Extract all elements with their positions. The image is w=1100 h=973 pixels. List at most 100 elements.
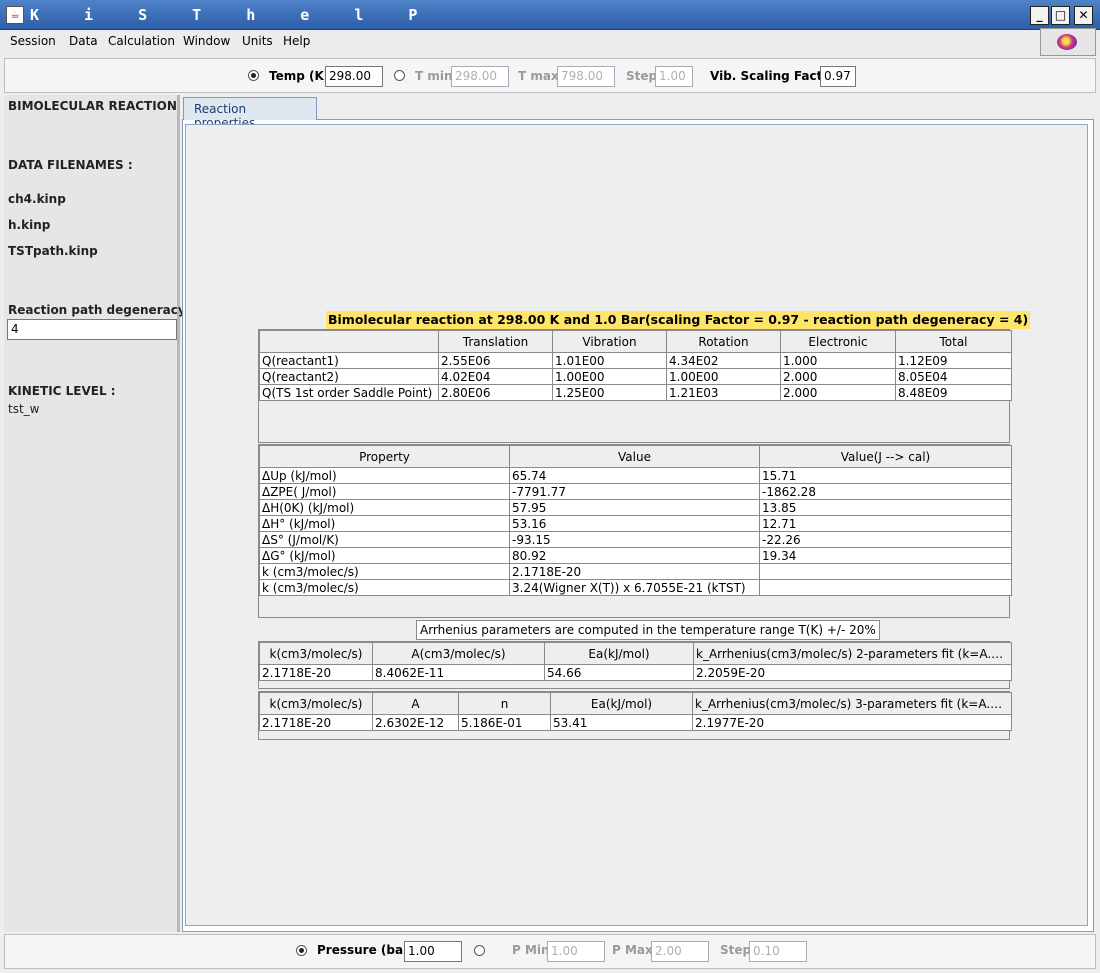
- table-cell: 5.186E-01: [458, 714, 551, 731]
- pressure-radio[interactable]: [296, 945, 307, 956]
- arrhenius2-header: k(cm3/molec/s): [259, 642, 373, 665]
- table-cell: -1862.28: [759, 483, 1012, 500]
- table-cell: 1.000: [780, 352, 896, 369]
- table-cell: 57.95: [509, 499, 760, 516]
- tmax-label: T max: [518, 69, 559, 83]
- table-cell: -22.26: [759, 531, 1012, 548]
- menu-help[interactable]: Help: [283, 34, 310, 48]
- temp-input[interactable]: 298.00: [325, 66, 383, 87]
- table-cell: 53.41: [550, 714, 693, 731]
- table-cell: [759, 579, 1012, 596]
- arrhenius3-header: k_Arrhenius(cm3/molec/s) 3-parameters fi…: [692, 692, 1012, 715]
- table-cell: 2.55E06: [438, 352, 553, 369]
- pressure-label: Pressure (bar): [317, 943, 415, 957]
- table-cell: ΔUp (kJ/mol): [259, 467, 510, 484]
- tstep-label: Step: [626, 69, 658, 83]
- arrhenius3-table: k(cm3/molec/s) A n Ea(kJ/mol) k_Arrheniu…: [259, 692, 1012, 731]
- properties-header: Value: [509, 445, 760, 468]
- arrhenius2-table: k(cm3/molec/s) A(cm3/molec/s) Ea(kJ/mol)…: [259, 642, 1012, 681]
- degeneracy-label: Reaction path degeneracy :: [8, 303, 195, 317]
- table-cell: ΔG° (kJ/mol): [259, 547, 510, 564]
- table-cell: 54.66: [544, 664, 694, 681]
- temp-radio[interactable]: [248, 70, 259, 81]
- table-row: ΔG° (kJ/mol) 80.92 19.34: [259, 547, 1012, 564]
- table-cell: 2.000: [780, 368, 896, 385]
- table-cell: 1.00E00: [666, 368, 781, 385]
- arrhenius2-header: Ea(kJ/mol): [544, 642, 694, 665]
- tstep-input[interactable]: 1.00: [655, 66, 693, 87]
- table-row: k (cm3/molec/s) 3.24(Wigner X(T)) x 6.705…: [259, 579, 1012, 596]
- pressure-input[interactable]: 1.00: [404, 941, 462, 962]
- partition-header: Electronic: [780, 330, 896, 353]
- tab-reaction-properties[interactable]: Reaction properties: [183, 97, 317, 130]
- table-cell: 2.2059E-20: [693, 664, 1012, 681]
- table-cell: 4.34E02: [666, 352, 781, 369]
- table-cell: Q(reactant2): [259, 368, 439, 385]
- arrhenius3-header: n: [458, 692, 551, 715]
- partition-table-box: Translation Vibration Rotation Electroni…: [258, 329, 1012, 443]
- close-button[interactable]: ✕: [1074, 6, 1093, 25]
- table-cell: ΔZPE( J/mol): [259, 483, 510, 500]
- table-cell: -93.15: [509, 531, 760, 548]
- menu-units[interactable]: Units: [242, 34, 273, 48]
- table-row: ΔH° (kJ/mol) 53.16 12.71: [259, 515, 1012, 532]
- degeneracy-input[interactable]: 4: [7, 319, 177, 340]
- menu-session[interactable]: Session: [10, 34, 56, 48]
- table-cell: 80.92: [509, 547, 760, 564]
- temp-label: Temp (K): [269, 69, 330, 83]
- table-row: k (cm3/molec/s) 2.1718E-20: [259, 563, 1012, 580]
- tmin-input[interactable]: 298.00: [451, 66, 509, 87]
- table-row: Q(reactant1) 2.55E06 1.01E00 4.34E02 1.0…: [259, 352, 1012, 369]
- menu-calculation[interactable]: Calculation: [108, 34, 175, 48]
- table-cell: 1.01E00: [552, 352, 667, 369]
- table-cell: 19.34: [759, 547, 1012, 564]
- table-cell: 13.85: [759, 499, 1012, 516]
- tmax-input[interactable]: 798.00: [557, 66, 615, 87]
- java-cup-icon: ☕: [6, 6, 24, 24]
- tmin-label: T min: [415, 69, 453, 83]
- properties-table-box: Property Value Value(J --> cal) ΔUp (kJ/…: [258, 444, 1012, 618]
- pmax-input[interactable]: 2.00: [651, 941, 709, 962]
- menu-window[interactable]: Window: [183, 34, 230, 48]
- trange-radio[interactable]: [394, 70, 405, 81]
- table-row: Q(reactant2) 4.02E04 1.00E00 1.00E00 2.0…: [259, 368, 1012, 385]
- arrhenius3-header: Ea(kJ/mol): [550, 692, 693, 715]
- pstep-label: Step: [720, 943, 752, 957]
- data-filenames-label: DATA FILENAMES :: [8, 158, 133, 172]
- filename-item: h.kinp: [8, 218, 51, 232]
- result-title: Bimolecular reaction at 298.00 K and 1.0…: [326, 311, 1031, 329]
- table-cell: ΔH(0K) (kJ/mol): [259, 499, 510, 516]
- table-row: Q(TS 1st order Saddle Point) 2.80E06 1.2…: [259, 384, 1012, 401]
- arrhenius2-header: k_Arrhenius(cm3/molec/s) 2-parameters fi…: [693, 642, 1012, 665]
- pstep-input[interactable]: 0.10: [749, 941, 807, 962]
- table-cell: 2.000: [780, 384, 896, 401]
- vib-scaling-input[interactable]: 0.97: [820, 66, 856, 87]
- table-cell: 12.71: [759, 515, 1012, 532]
- table-cell: 8.05E04: [895, 368, 1012, 385]
- table-cell: ΔS° (J/mol/K): [259, 531, 510, 548]
- table-cell: 1.12E09: [895, 352, 1012, 369]
- partition-header: Total: [895, 330, 1012, 353]
- table-row: ΔUp (kJ/mol) 65.74 15.71: [259, 467, 1012, 484]
- reaction-type-heading: BIMOLECULAR REACTION: [8, 99, 177, 113]
- table-cell: 2.6302E-12: [372, 714, 459, 731]
- properties-header: Value(J --> cal): [759, 445, 1012, 468]
- maximize-button[interactable]: □: [1051, 6, 1070, 25]
- table-cell: 3.24(Wigner X(T)) x 6.7055E-21 (kTST): [509, 579, 760, 596]
- arrhenius2-table-box: k(cm3/molec/s) A(cm3/molec/s) Ea(kJ/mol)…: [258, 641, 1012, 689]
- table-cell: 2.1718E-20: [259, 664, 373, 681]
- table-row: ΔZPE( J/mol) -7791.77 -1862.28: [259, 483, 1012, 500]
- menu-data[interactable]: Data: [69, 34, 98, 48]
- kisthelp-logo-icon: [1057, 34, 1077, 50]
- table-cell: 2.1718E-20: [259, 714, 373, 731]
- prange-radio[interactable]: [474, 945, 485, 956]
- table-cell: 4.02E04: [438, 368, 553, 385]
- pmin-input[interactable]: 1.00: [547, 941, 605, 962]
- minimize-button[interactable]: _: [1030, 6, 1049, 25]
- table-cell: k (cm3/molec/s): [259, 563, 510, 580]
- arrhenius3-header: A: [372, 692, 459, 715]
- arrhenius-note: Arrhenius parameters are computed in the…: [416, 620, 880, 640]
- table-cell: Q(TS 1st order Saddle Point): [259, 384, 439, 401]
- table-cell: 1.21E03: [666, 384, 781, 401]
- table-cell: -7791.77: [509, 483, 760, 500]
